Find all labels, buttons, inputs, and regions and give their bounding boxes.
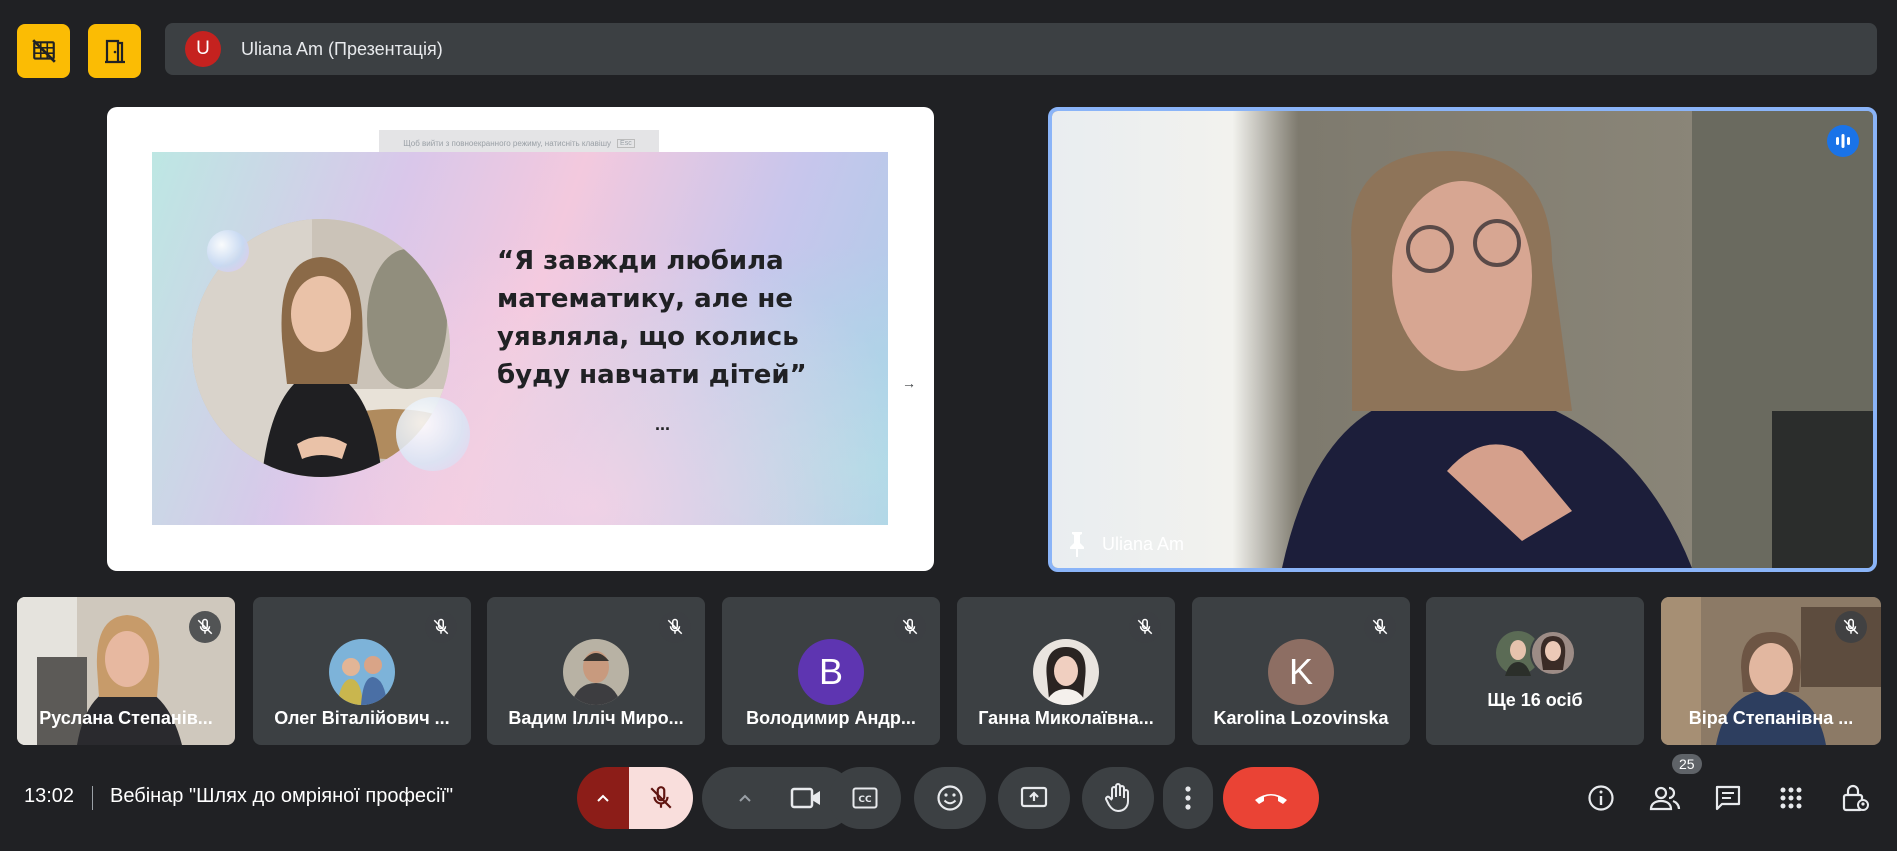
speaker-name: Uliana Am [1102, 533, 1185, 554]
participant-tile[interactable]: Ганна Миколаївна... [957, 597, 1175, 745]
people-icon [1649, 786, 1681, 811]
participant-tile[interactable]: Віра Степанівна ... [1661, 597, 1881, 745]
participant-tile[interactable]: Вадим Ілліч Миро... [487, 597, 705, 745]
speaker-video [1052, 111, 1873, 568]
speaking-indicator-icon [1827, 125, 1859, 157]
speaker-video-tile[interactable]: Uliana Am [1048, 107, 1877, 572]
meeting-details-button[interactable] [1581, 780, 1621, 816]
decor-bubble [207, 230, 249, 272]
leave-presentation-button[interactable] [88, 24, 141, 78]
pin-icon[interactable] [1066, 530, 1088, 558]
slide-quote: “Я завжди любила математику, але не уявл… [497, 246, 807, 390]
mic-off-icon [650, 786, 672, 809]
captions-button[interactable]: CC [829, 767, 901, 829]
muted-mic-icon [659, 611, 691, 643]
emoji-icon [937, 785, 963, 811]
host-controls-button[interactable] [1835, 780, 1875, 816]
meeting-title: Вебінар "Шлях до омріяної професії" [110, 785, 454, 807]
participant-tile[interactable]: Олег Віталійович ... [253, 597, 471, 745]
people-button[interactable] [1645, 780, 1685, 816]
presenter-bar: U Uliana Am (Презентація) [165, 23, 1877, 75]
participant-name: Karolina Lozovinska [1213, 708, 1389, 728]
chevron-up-icon [739, 794, 751, 802]
slide-ellipsis: ... [655, 414, 671, 434]
divider [92, 786, 93, 810]
more-participants-tile[interactable]: Ще 16 осіб [1426, 597, 1644, 745]
participant-avatar [563, 639, 629, 705]
chevron-up-icon [597, 794, 609, 802]
participant-tile[interactable]: Руслана Степанів... [17, 597, 235, 745]
next-slide-arrow-icon[interactable]: → [902, 375, 916, 391]
more-options-button[interactable] [1163, 767, 1213, 829]
apps-grid-icon [1780, 787, 1802, 809]
slide-content: “Я завжди любила математику, але не уявл… [152, 152, 888, 525]
presenter-avatar: U [185, 31, 221, 67]
participant-tile[interactable]: K Karolina Lozovinska [1192, 597, 1410, 745]
participant-avatar [1033, 639, 1099, 705]
muted-mic-icon [1364, 611, 1396, 643]
toggle-microphone-button[interactable] [629, 767, 693, 829]
participant-name: Руслана Степанів... [39, 708, 213, 728]
present-screen-button[interactable] [998, 767, 1070, 829]
hang-up-icon [1255, 794, 1287, 804]
participant-name: Олег Віталійович ... [274, 708, 450, 728]
activities-button[interactable] [1771, 780, 1811, 816]
speaker-name-row: Uliana Am [1066, 530, 1184, 558]
muted-mic-icon [425, 611, 457, 643]
chat-button[interactable] [1708, 780, 1748, 816]
presentation-slide: Щоб вийти з повноекранного режиму, натис… [107, 107, 934, 571]
participant-avatar: B [798, 639, 864, 705]
leave-call-button[interactable] [1223, 767, 1319, 829]
audio-options-button[interactable] [577, 767, 629, 829]
meeting-time: 13:02 [24, 785, 75, 807]
svg-text:CC: CC [858, 795, 872, 805]
raise-hand-button[interactable] [1082, 767, 1154, 829]
door-icon [104, 39, 125, 64]
decor-bubble [396, 397, 470, 471]
reactions-button[interactable] [914, 767, 986, 829]
chat-icon [1715, 785, 1741, 811]
microphone-control [577, 767, 693, 829]
more-participants-label: Ще 16 осіб [1487, 690, 1583, 710]
info-icon [1588, 785, 1614, 811]
participant-avatar [329, 639, 395, 705]
participant-avatar: K [1268, 639, 1334, 705]
closed-captions-icon: CC [852, 787, 878, 809]
muted-mic-icon [1129, 611, 1161, 643]
more-vertical-icon [1185, 786, 1191, 810]
participant-tile[interactable]: B Володимир Андр... [722, 597, 940, 745]
participant-count-badge: 25 [1672, 754, 1702, 774]
lock-person-icon [1842, 784, 1869, 812]
hide-tiles-button[interactable] [17, 24, 70, 78]
participant-name: Вадим Ілліч Миро... [508, 708, 684, 728]
tiles-off-icon [31, 39, 56, 63]
participant-name: Віра Степанівна ... [1688, 708, 1854, 728]
muted-mic-icon [894, 611, 926, 643]
hand-icon [1105, 783, 1129, 812]
muted-mic-icon [1835, 611, 1867, 643]
participant-name: Ганна Миколаївна... [978, 708, 1154, 728]
camera-icon [790, 787, 820, 809]
presenter-label: Uliana Am (Презентація) [241, 38, 443, 59]
participant-name: Володимир Андр... [746, 708, 916, 728]
video-options-button[interactable] [717, 793, 773, 803]
present-icon [1020, 786, 1048, 808]
more-participants-avatars [1495, 630, 1577, 676]
muted-mic-icon [189, 611, 221, 643]
